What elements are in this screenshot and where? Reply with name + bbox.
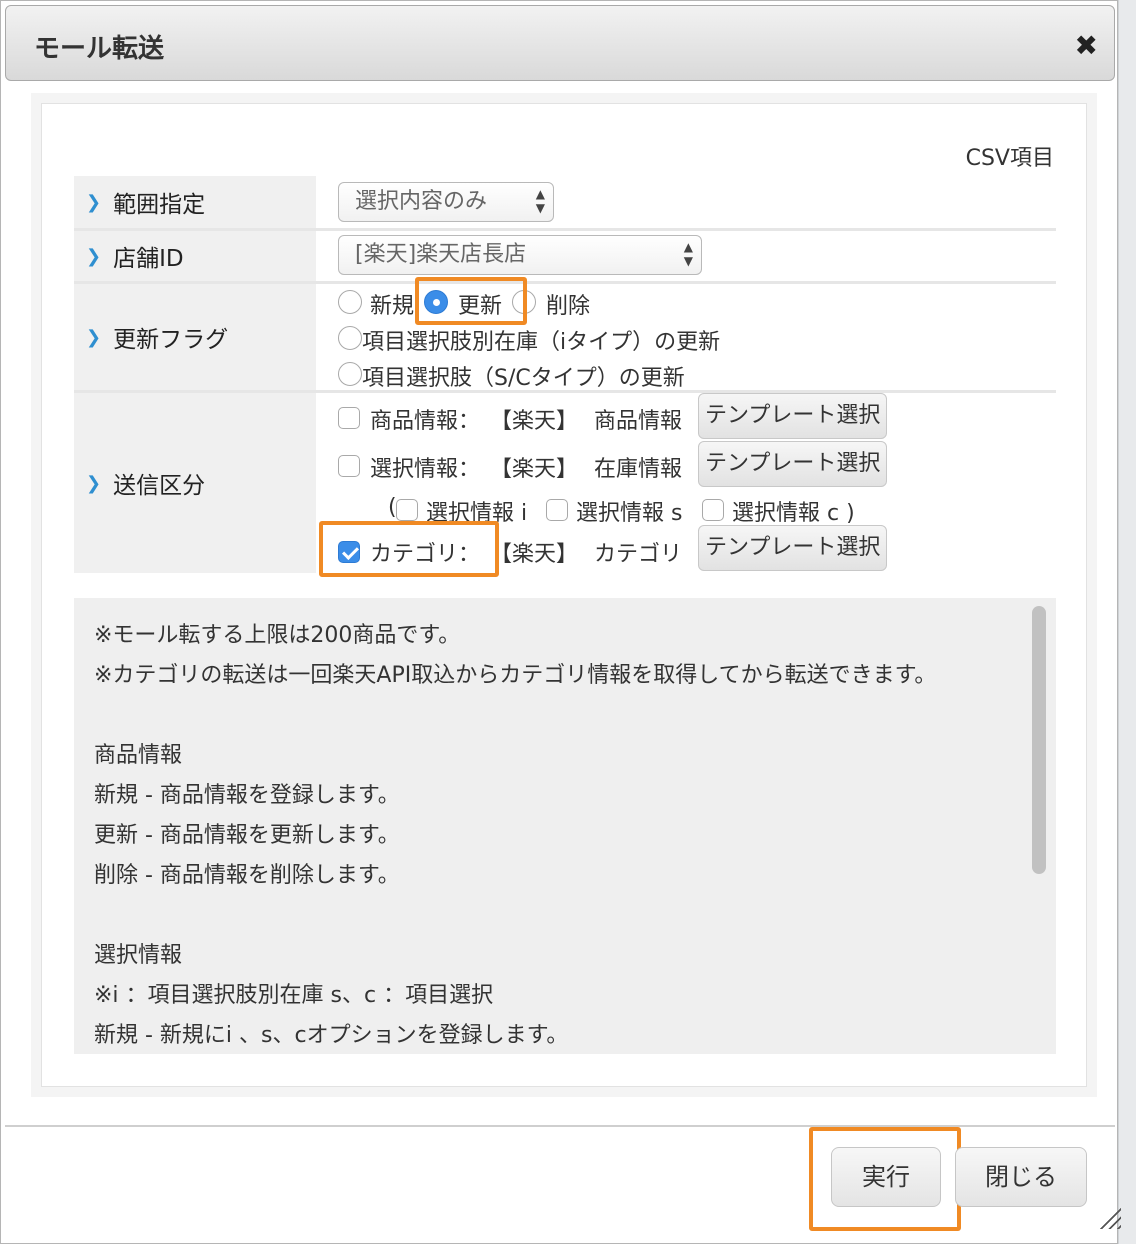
radio-item-option-sc-label: 項目選択肢（S/Cタイプ）の更新	[362, 366, 685, 391]
execute-button[interactable]: 実行	[831, 1147, 941, 1207]
checkbox-selection-info[interactable]	[338, 455, 360, 477]
category-label: カテゴリ：	[370, 542, 481, 567]
send-type-label-cell: ❯ 送信区分	[74, 393, 316, 573]
selection-template-select-button[interactable]: テンプレート選択	[698, 441, 888, 487]
update-flag-label: 更新フラグ	[113, 327, 229, 353]
range-row: ❯ 範囲指定 選択内容のみ ▲ ▼	[74, 176, 1056, 228]
radio-update[interactable]	[424, 290, 448, 314]
range-value-cell: 選択内容のみ ▲ ▼	[318, 176, 1056, 228]
chevron-right-icon: ❯	[86, 326, 102, 348]
close-icon[interactable]: ✖	[1075, 32, 1098, 60]
dialog-title: モール転送	[34, 34, 165, 64]
checkbox-category[interactable]	[338, 541, 360, 563]
notes-line: 削除 - 商品情報を削除します。	[94, 863, 400, 888]
selection-c-label: 選択情報 c )	[732, 501, 855, 526]
range-select-value: 選択内容のみ	[355, 189, 488, 214]
notes-line: ※i ：項目選択肢別在庫 s、c ：項目選択	[94, 983, 494, 1008]
notes-panel[interactable]: ※モール転する上限は200商品です。 ※カテゴリの転送は一回楽天API取込からカ…	[74, 598, 1056, 1054]
form-panel: CSV項目 ❯ 範囲指定 選択内容のみ ▲ ▼ ❯ 店舗ID [楽天]楽天店長店…	[41, 103, 1087, 1087]
chevron-right-icon: ❯	[86, 472, 102, 494]
background-page-edge	[1118, 0, 1136, 1244]
range-select[interactable]: 選択内容のみ ▲ ▼	[338, 182, 554, 222]
notes-line	[94, 696, 936, 736]
close-button[interactable]: 閉じる	[955, 1147, 1087, 1207]
resize-grip-icon[interactable]	[1099, 1207, 1121, 1229]
selection-info-template: 在庫情報	[594, 457, 683, 482]
dialog-content: CSV項目 ❯ 範囲指定 選択内容のみ ▲ ▼ ❯ 店舗ID [楽天]楽天店長店…	[31, 93, 1097, 1097]
select-arrows-icon: ▲ ▼	[535, 187, 545, 215]
category-template: カテゴリ	[594, 542, 683, 567]
range-label-cell: ❯ 範囲指定	[74, 176, 316, 228]
product-info-mall: 【楽天】	[490, 409, 579, 434]
category-template-select-button[interactable]: テンプレート選択	[698, 525, 888, 571]
notes-line: 更新 - 商品情報を更新します。	[94, 823, 400, 848]
radio-item-option-sc[interactable]	[338, 362, 362, 386]
checkbox-product-info[interactable]	[338, 407, 360, 429]
radio-update-label: 更新	[458, 294, 503, 319]
radio-item-option-stock[interactable]	[338, 326, 362, 350]
selection-i-label: 選択情報 i	[426, 501, 528, 526]
store-label-cell: ❯ 店舗ID	[74, 231, 316, 281]
update-flag-label-cell: ❯ 更新フラグ	[74, 284, 316, 390]
chevron-right-icon: ❯	[86, 191, 102, 213]
mall-transfer-dialog: モール転送 ✖ CSV項目 ❯ 範囲指定 選択内容のみ ▲ ▼ ❯ 店舗ID […	[0, 0, 1121, 1244]
store-row: ❯ 店舗ID [楽天]楽天店長店 ▲ ▼	[74, 231, 1056, 281]
product-info-template: 商品情報	[594, 409, 683, 434]
notes-line: ※モール転する上限は200商品です。	[94, 623, 461, 648]
csv-items-link[interactable]: CSV項目	[966, 140, 1054, 172]
notes-line: 商品情報	[94, 743, 183, 768]
dialog-titlebar[interactable]: モール転送 ✖	[5, 5, 1115, 81]
selection-s-label: 選択情報 s	[576, 501, 683, 526]
update-flag-row: ❯ 更新フラグ 新規 更新 削除 項目選択肢別在庫（iタイプ）の更新 項目選択肢…	[74, 284, 1056, 391]
category-mall: 【楽天】	[490, 542, 579, 567]
store-label: 店舗ID	[113, 246, 184, 272]
range-label: 範囲指定	[113, 192, 206, 218]
checkbox-selection-s[interactable]	[546, 499, 568, 521]
checkbox-selection-c[interactable]	[702, 499, 724, 521]
radio-delete[interactable]	[512, 290, 536, 314]
select-arrows-icon: ▲ ▼	[683, 240, 693, 268]
radio-delete-label: 削除	[546, 294, 591, 319]
send-type-label: 送信区分	[113, 473, 206, 499]
notes-line	[94, 896, 936, 936]
radio-new-label: 新規	[370, 294, 415, 319]
selection-info-label: 選択情報：	[370, 457, 481, 482]
footer-divider	[5, 1125, 1115, 1127]
product-info-label: 商品情報：	[370, 409, 481, 434]
checkbox-selection-i[interactable]	[396, 499, 418, 521]
update-flag-options: 新規 更新 削除 項目選択肢別在庫（iタイプ）の更新 項目選択肢（S/Cタイプ）…	[318, 284, 1056, 391]
send-type-options: 商品情報： 【楽天】 商品情報 テンプレート選択 選択情報： 【楽天】 在庫情報…	[318, 393, 1056, 573]
product-template-select-button[interactable]: テンプレート選択	[698, 393, 888, 439]
radio-item-option-stock-label: 項目選択肢別在庫（iタイプ）の更新	[362, 330, 721, 355]
notes-line: 新規 - 商品情報を登録します。	[94, 783, 400, 808]
send-type-row: ❯ 送信区分 商品情報： 【楽天】 商品情報 テンプレート選択 選択情報： 【楽…	[74, 393, 1056, 573]
store-value-cell: [楽天]楽天店長店 ▲ ▼	[318, 231, 1056, 281]
store-select[interactable]: [楽天]楽天店長店 ▲ ▼	[338, 235, 702, 275]
notes-line: 新規 - 新規にi 、s、cオプションを登録します。	[94, 1023, 569, 1048]
notes-line: 選択情報	[94, 943, 183, 968]
notes-scrollbar[interactable]	[1032, 606, 1046, 874]
selection-info-mall: 【楽天】	[490, 457, 579, 482]
chevron-right-icon: ❯	[86, 245, 102, 267]
notes-line: ※カテゴリの転送は一回楽天API取込からカテゴリ情報を取得してから転送できます。	[94, 663, 937, 688]
store-select-value: [楽天]楽天店長店	[355, 242, 527, 267]
notes-text: ※モール転する上限は200商品です。 ※カテゴリの転送は一回楽天API取込からカ…	[94, 616, 936, 1054]
radio-new[interactable]	[338, 290, 362, 314]
